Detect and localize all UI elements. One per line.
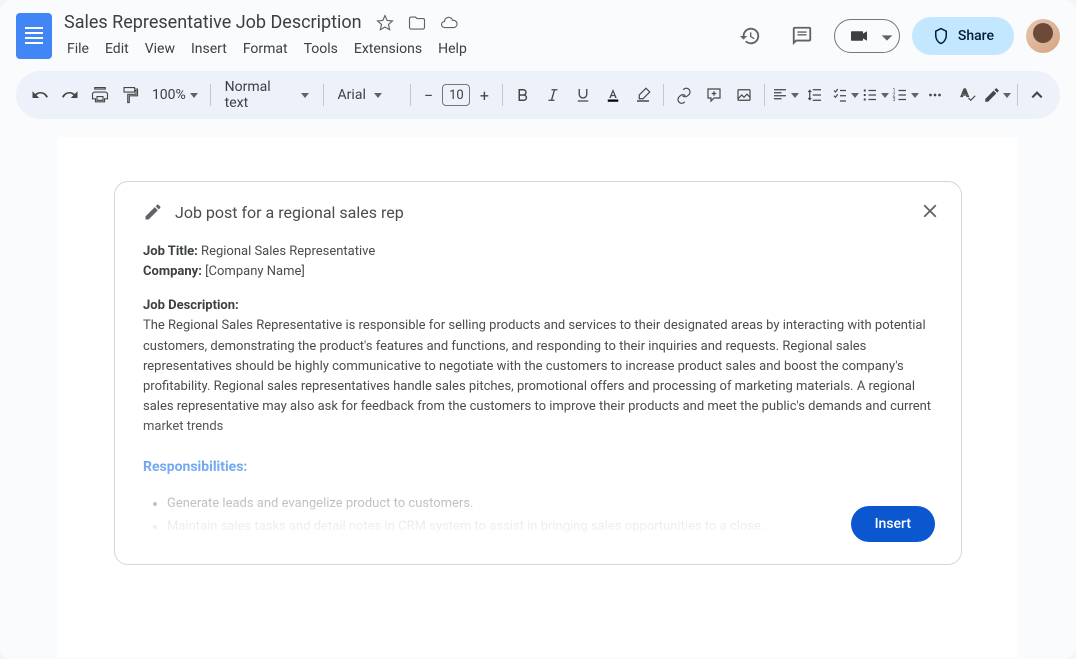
prompt-title: Job post for a regional sales rep [175,203,404,222]
chevron-down-icon [851,93,859,98]
company-label: Company: [143,264,202,279]
chevron-down-icon [881,93,889,98]
chevron-down-icon [190,93,198,98]
redo-button[interactable] [56,80,84,110]
menu-edit[interactable]: Edit [98,37,136,61]
insert-image-button[interactable] [730,80,758,110]
menu-format[interactable]: Format [236,37,295,61]
toolbar: 100% Normal text Arial − + [16,71,1060,119]
document-page: Job post for a regional sales rep Job Ti… [58,137,1018,657]
menu-file[interactable]: File [60,37,96,61]
more-tools-button[interactable] [921,80,949,110]
bulleted-list-button[interactable] [861,80,889,110]
responsibilities-heading: Responsibilities: [143,457,933,479]
docs-app-icon[interactable] [16,13,52,59]
generated-content: Job Title: Regional Sales Representative… [143,242,933,538]
paint-format-button[interactable] [116,80,144,110]
chevron-down-icon [374,93,382,98]
list-item: Generate leads and evangelize product to… [167,493,933,516]
meet-button[interactable] [834,19,900,53]
zoom-value: 100% [152,87,186,103]
edit-prompt-icon[interactable] [143,202,163,222]
italic-button[interactable] [539,80,567,110]
chevron-down-icon [1003,93,1011,98]
spellcheck-button[interactable] [953,80,981,110]
star-icon[interactable] [376,14,394,32]
document-title[interactable]: Sales Representative Job Description [60,10,366,35]
insert-comment-button[interactable] [700,80,728,110]
menubar: File Edit View Insert Format Tools Exten… [60,37,722,61]
job-title-value: Regional Sales Representative [198,244,375,259]
print-button[interactable] [86,80,114,110]
paragraph-style-select[interactable]: Normal text [217,75,317,115]
share-button[interactable]: Share [912,17,1014,55]
editing-mode-button[interactable] [983,80,1011,110]
company-value: [Company Name] [202,264,305,279]
underline-button[interactable] [569,80,597,110]
bold-button[interactable] [509,80,537,110]
chevron-down-icon [301,93,309,98]
job-title-label: Job Title: [143,244,198,259]
menu-view[interactable]: View [138,37,182,61]
share-button-label: Share [958,28,994,44]
insert-link-button[interactable] [670,80,698,110]
history-button[interactable] [730,16,770,56]
insert-button[interactable]: Insert [851,506,935,542]
menu-extensions[interactable]: Extensions [347,37,429,61]
desc-body: The Regional Sales Representative is res… [143,316,933,437]
cloud-saved-icon[interactable] [440,14,458,32]
responsibilities-list: Generate leads and evangelize product to… [167,493,933,539]
menu-help[interactable]: Help [431,37,474,61]
undo-button[interactable] [26,80,54,110]
line-spacing-button[interactable] [801,80,829,110]
highlight-color-button[interactable] [629,80,657,110]
checklist-button[interactable] [831,80,859,110]
font-size-input[interactable] [442,84,470,106]
svg-text:3: 3 [892,97,895,103]
font-family-select[interactable]: Arial [330,83,404,107]
font-family-value: Arial [338,87,366,103]
close-prompt-button[interactable] [919,200,941,222]
menu-tools[interactable]: Tools [297,37,345,61]
collapse-toolbar-button[interactable] [1024,88,1050,102]
font-size-decrease[interactable]: − [416,83,440,107]
font-size-increase[interactable]: + [472,83,496,107]
ai-prompt-card: Job post for a regional sales rep Job Ti… [114,181,962,565]
chevron-down-icon [791,93,799,98]
menu-insert[interactable]: Insert [184,37,234,61]
numbered-list-button[interactable]: 123 [891,80,919,110]
desc-heading: Job Description: [143,296,933,316]
zoom-select[interactable]: 100% [146,83,204,107]
align-button[interactable] [771,80,799,110]
user-avatar[interactable] [1026,19,1060,53]
paragraph-style-value: Normal text [225,79,293,111]
comments-button[interactable] [782,16,822,56]
text-color-button[interactable] [599,80,627,110]
list-item: Maintain sales tasks and detail notes in… [167,516,933,539]
chevron-down-icon [911,93,919,98]
move-folder-icon[interactable] [408,14,426,32]
